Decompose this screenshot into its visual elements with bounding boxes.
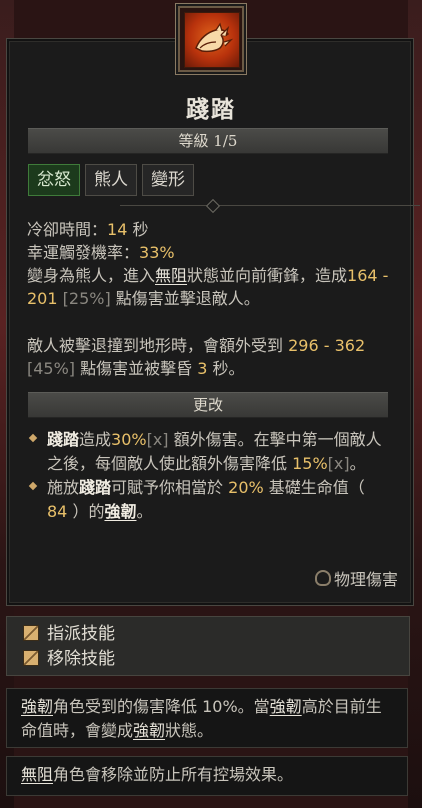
damage-type: 物理傷害 [314, 566, 398, 590]
modifier-item: 踐踏造成30%[x] 額外傷害。在擊中第一個敵人之後，每個敵人使此額外傷害降低 … [28, 428, 390, 476]
keybind-icon [23, 650, 39, 666]
tag-werebear: 熊人 [85, 164, 137, 196]
tag-fury: 忿怒 [28, 164, 80, 196]
physical-damage-icon [314, 570, 331, 586]
modifiers-header: 更改 [28, 392, 388, 418]
assign-skill-button[interactable]: 指派技能 [23, 622, 115, 646]
tag-shapeshifting: 變形 [142, 164, 194, 196]
skill-description-2: 敵人被擊退撞到地形時，會額外受到 296 - 362 [45%] 點傷害並被擊昏… [27, 336, 366, 378]
skill-rank: 等級 1/5 [28, 128, 388, 154]
remove-skill-button[interactable]: 移除技能 [23, 647, 115, 671]
keyword-unstoppable[interactable]: 無阻 [155, 266, 187, 285]
section-divider [120, 198, 420, 214]
modifier-item: 施放踐踏可賦予你相當於 20% 基礎生命值（ 84 ）的強韌。 [28, 476, 390, 524]
skill-stats: 冷卻時間：14 秒 幸運觸發機率：33% [27, 218, 397, 264]
bullet-diamond-icon [28, 481, 38, 491]
keybind-icon [23, 625, 39, 641]
cooldown-line: 冷卻時間：14 秒 [27, 220, 149, 239]
keyword-fortify[interactable]: 強韌 [104, 502, 136, 521]
bear-paw-icon [184, 12, 240, 68]
skill-icon-frame [178, 6, 244, 72]
glossary-unstoppable: 無阻角色會移除並防止所有控場效果。 [6, 756, 408, 796]
modifiers-list: 踐踏造成30%[x] 額外傷害。在擊中第一個敵人之後，每個敵人使此額外傷害降低 … [28, 428, 390, 524]
glossary-fortify: 強韌角色受到的傷害降低 10%。當強韌高於目前生命值時，會變成強韌狀態。 [6, 688, 408, 748]
skill-tags: 忿怒 熊人 變形 [28, 164, 194, 196]
skill-description-1: 變身為熊人，進入無阻狀態並向前衝鋒，造成164 - 201 [25%] 點傷害並… [27, 266, 389, 308]
bullet-diamond-icon [28, 433, 38, 443]
skill-title: 踐踏 [186, 97, 236, 123]
skill-actions: 指派技能 移除技能 [6, 616, 410, 676]
lucky-hit-line: 幸運觸發機率：33% [27, 243, 175, 262]
